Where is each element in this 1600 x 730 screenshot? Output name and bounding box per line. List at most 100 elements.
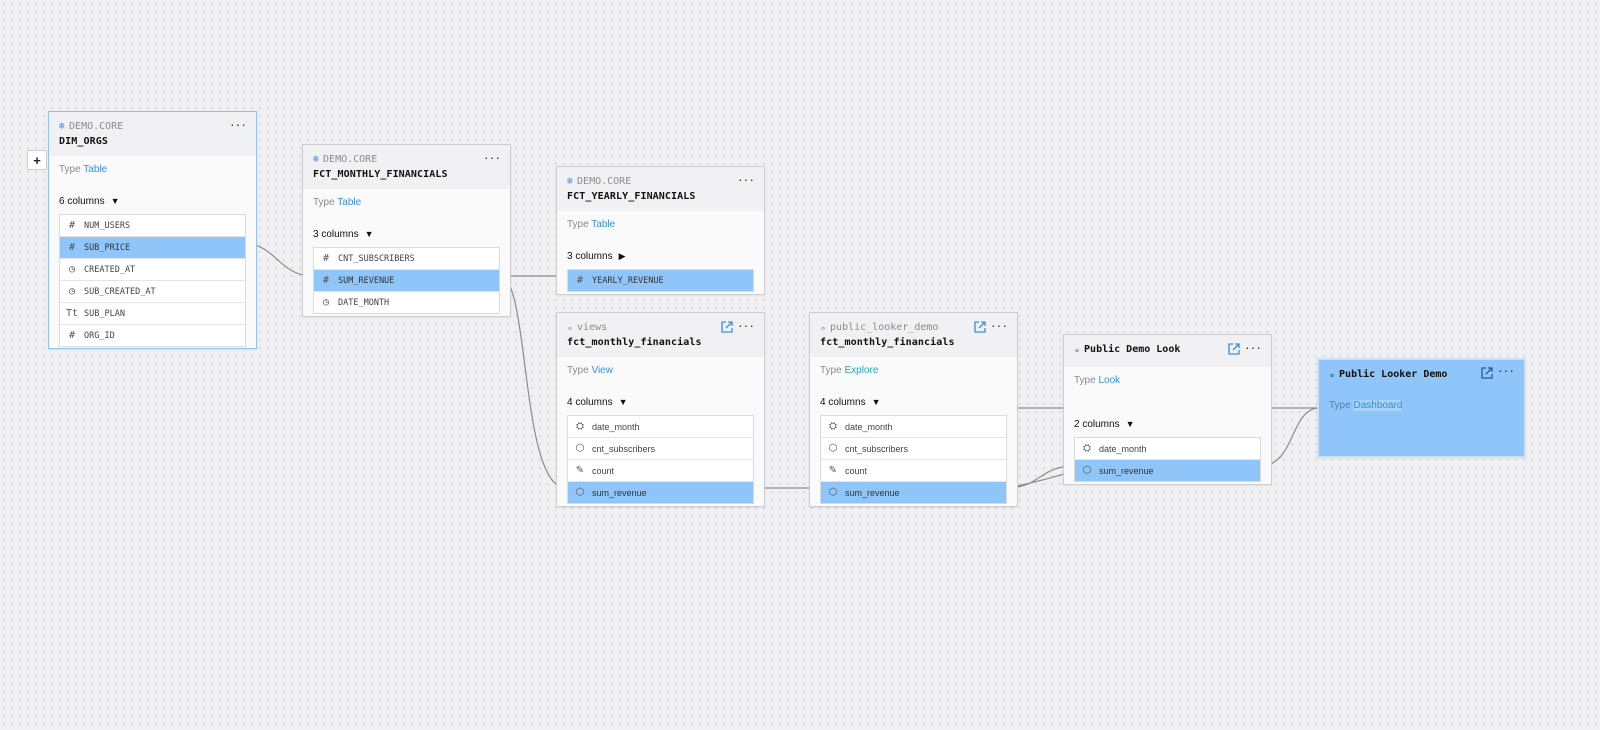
column-row[interactable]: Tt SUB_PLAN [60,303,245,325]
columns-toggle[interactable]: 3 columns ▼ [303,227,510,241]
external-link-icon[interactable] [720,320,734,334]
column-row[interactable]: # NUM_USERS [60,215,245,237]
column-row[interactable]: ◷ SUB_CREATED_AT [60,281,245,303]
node-type: Type Look [1074,375,1121,386]
node-source: views [577,321,608,333]
columns-toggle[interactable]: 4 columns ▼ [557,395,764,409]
looker-icon: ₒ [1074,344,1081,355]
column-row[interactable]: ✎ count [821,460,1006,482]
more-icon[interactable]: ··· [738,171,755,187]
measure-icon: ⬡ [1082,465,1092,476]
column-row[interactable]: ⬡ sum_revenue [568,482,753,503]
more-icon[interactable]: ··· [1245,339,1262,355]
node-view-fct-monthly-financials[interactable]: ₒ views fct_monthly_financials ··· Type V… [556,312,765,507]
node-header: ❄ DEMO.CORE FCT_YEARLY_FINANCIALS ··· [557,167,764,211]
chevron-down-icon: ▼ [618,397,628,407]
node-header: ₒ views fct_monthly_financials ··· [557,313,764,357]
column-row[interactable]: # SUB_PRICE [60,237,245,259]
column-row[interactable]: ⛭ date_month [821,416,1006,438]
column-row[interactable]: ✎ count [568,460,753,482]
node-dim-orgs[interactable]: ❄ DEMO.CORE DIM_ORGS ··· Type Table 6 col… [48,111,257,349]
node-public-looker-demo[interactable]: ₒ Public Looker Demo ··· Type Dashboard [1317,358,1526,458]
column-list: ⛭ date_month ⬡ cnt_subscribers ✎ count ⬡ sum… [567,415,754,504]
column-list: ⛭ date_month ⬡ sum_revenue [1074,437,1261,482]
column-row[interactable]: ⬡ sum_revenue [821,482,1006,503]
column-row[interactable]: # CNT_SUBSCRIBERS [314,248,499,270]
node-type: Type View [567,365,613,376]
column-row[interactable]: # ORG_ID [60,325,245,346]
external-link-icon[interactable] [973,320,987,334]
node-type: Type Table [313,197,362,208]
column-row[interactable]: ◷ CREATED_AT [60,259,245,281]
more-icon[interactable]: ··· [991,317,1008,333]
column-row[interactable]: ◷ DATE_MONTH [314,292,499,313]
snowflake-icon: ❄ [59,120,66,132]
column-list: # CNT_SUBSCRIBERS # SUM_REVENUE ◷ DATE_MONT… [313,247,500,314]
node-source: DEMO.CORE [577,175,632,187]
measure-icon: ⬡ [575,443,585,454]
column-row[interactable]: ⬡ cnt_subscribers [568,438,753,460]
looker-icon: ₒ [1329,369,1336,380]
column-row[interactable]: ⛭ date_month [568,416,753,438]
column-row[interactable]: ⬡ sum_revenue [1075,460,1260,481]
add-node-button[interactable]: + [27,150,47,170]
node-source: DEMO.CORE [69,120,124,132]
column-list: ⛭ date_month ⬡ cnt_subscribers ✎ count ⬡ sum… [820,415,1007,504]
node-type: Type Table [59,164,108,175]
column-list: # YEARLY_REVENUE [567,269,754,292]
node-fct-monthly-financials[interactable]: ❄ DEMO.CORE FCT_MONTHLY_FINANCIALS ··· Ty… [302,144,511,317]
node-title: fct_monthly_financials [820,337,955,348]
node-fct-yearly-financials[interactable]: ❄ DEMO.CORE FCT_YEARLY_FINANCIALS ··· Typ… [556,166,765,295]
number-icon: # [68,242,76,253]
column-row[interactable]: # YEARLY_REVENUE [568,270,753,291]
column-list: # NUM_USERS # SUB_PRICE ◷ CREATED_AT ◷ SUB_C… [59,214,246,347]
number-icon: # [322,275,330,286]
external-link-icon[interactable] [1227,342,1241,356]
snowflake-icon: ❄ [567,175,574,187]
number-icon: # [576,275,584,286]
more-icon[interactable]: ··· [1498,362,1515,378]
node-type: Type Dashboard [1329,400,1403,411]
external-link-icon[interactable] [1480,366,1494,380]
number-icon: # [68,220,76,231]
node-header: ❄ DEMO.CORE DIM_ORGS ··· [49,112,256,156]
dimension-icon: ⛭ [576,421,584,432]
more-icon[interactable]: ··· [738,317,755,333]
node-title: Public Looker Demo [1339,369,1448,380]
node-public-demo-look[interactable]: ₒ Public Demo Look ··· Type Look 2 column… [1063,334,1272,485]
column-row[interactable]: # SUM_REVENUE [314,270,499,292]
columns-toggle[interactable]: 3 columns ▶ [557,249,764,263]
node-source: DEMO.CORE [323,153,378,165]
columns-toggle[interactable]: 2 columns ▼ [1064,417,1271,431]
chevron-down-icon: ▼ [110,196,120,206]
column-row[interactable]: ⬡ cnt_subscribers [821,438,1006,460]
pencil-icon: ✎ [575,465,585,476]
chevron-down-icon: ▼ [1125,419,1135,429]
clock-icon: ◷ [68,264,76,275]
chevron-down-icon: ▼ [871,397,881,407]
columns-toggle[interactable]: 4 columns ▼ [810,395,1017,409]
node-type: Type Explore [820,365,879,376]
node-header: ₒ Public Looker Demo ··· [1319,360,1524,396]
dimension-icon: ⛭ [829,421,837,432]
looker-icon: ₒ [567,321,574,333]
snowflake-icon: ❄ [313,153,320,165]
measure-icon: ⬡ [575,487,585,498]
node-title: Public Demo Look [1084,344,1181,355]
node-source: public_looker_demo [830,321,939,333]
chevron-right-icon: ▶ [618,250,626,261]
more-icon[interactable]: ··· [484,149,501,165]
node-title: DIM_ORGS [59,136,108,147]
columns-toggle[interactable]: 6 columns ▼ [49,194,256,208]
number-icon: # [68,330,76,341]
node-explore-fct-monthly-financials[interactable]: ₒ public_looker_demo fct_monthly_financia… [809,312,1018,507]
more-icon[interactable]: ··· [230,116,247,132]
node-header: ₒ public_looker_demo fct_monthly_financia… [810,313,1017,357]
measure-icon: ⬡ [828,443,838,454]
node-header: ₒ Public Demo Look ··· [1064,335,1271,367]
text-icon: Tt [66,308,79,319]
looker-icon: ₒ [820,321,827,333]
node-type: Type Table [567,219,616,230]
column-row[interactable]: ⛭ date_month [1075,438,1260,460]
chevron-down-icon: ▼ [364,229,374,239]
